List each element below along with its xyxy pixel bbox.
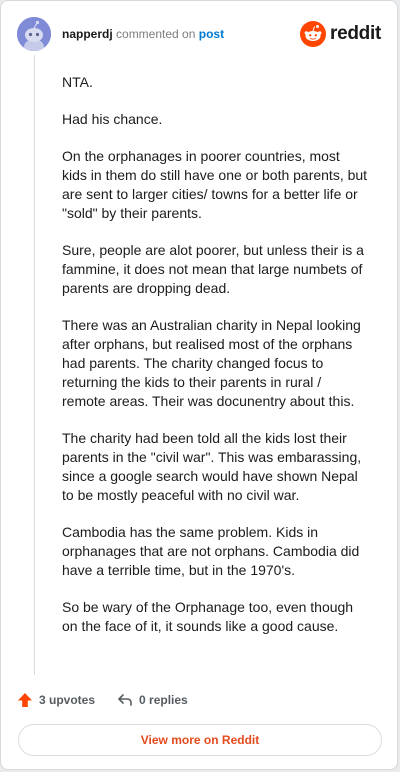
comment-meta: napperdj commented on post bbox=[62, 27, 224, 41]
replies-count: 0 replies bbox=[139, 693, 188, 707]
comment-paragraph: Had his chance. bbox=[62, 111, 163, 127]
comment-paragraph: There was an Australian charity in Nepal… bbox=[62, 317, 361, 409]
view-more-on-reddit-button[interactable]: View more on Reddit bbox=[18, 724, 382, 756]
comment-paragraph: The charity had been told all the kids l… bbox=[62, 430, 362, 503]
upvote-arrow-icon bbox=[18, 693, 32, 707]
comment-actions: 3 upvotes 0 replies bbox=[17, 689, 188, 711]
reddit-snoo-icon bbox=[300, 21, 327, 47]
thread-line bbox=[34, 55, 35, 675]
comment-header: napperdj commented on post reddit bbox=[17, 17, 381, 53]
post-link[interactable]: post bbox=[199, 27, 224, 41]
comment-paragraph: Cambodia has the same problem. Kids in o… bbox=[62, 524, 360, 578]
reddit-logo[interactable]: reddit bbox=[300, 21, 381, 47]
comment-paragraph: So be wary of the Orphanage too, even th… bbox=[62, 599, 354, 634]
commented-on-text: commented on bbox=[116, 27, 196, 41]
comment-paragraph: Sure, people are alot poorer, but unless… bbox=[62, 242, 364, 296]
reply-button[interactable]: 0 replies bbox=[117, 692, 188, 708]
comment-paragraph: On the orphanages in poorer countries, m… bbox=[62, 148, 368, 221]
user-avatar[interactable] bbox=[17, 17, 51, 51]
comment-paragraph: NTA. bbox=[62, 74, 93, 90]
reddit-wordmark: reddit bbox=[330, 23, 381, 44]
upvotes-count: 3 upvotes bbox=[39, 693, 96, 707]
comment-body: NTA. Had his chance. On the orphanages i… bbox=[62, 73, 368, 654]
upvote-button[interactable]: 3 upvotes bbox=[17, 692, 95, 708]
username-link[interactable]: napperdj bbox=[62, 27, 113, 41]
snoo-avatar-icon bbox=[17, 17, 51, 51]
reply-arrow-icon bbox=[118, 694, 132, 706]
comment-embed-card: napperdj commented on post reddit NTA. H… bbox=[0, 0, 398, 770]
